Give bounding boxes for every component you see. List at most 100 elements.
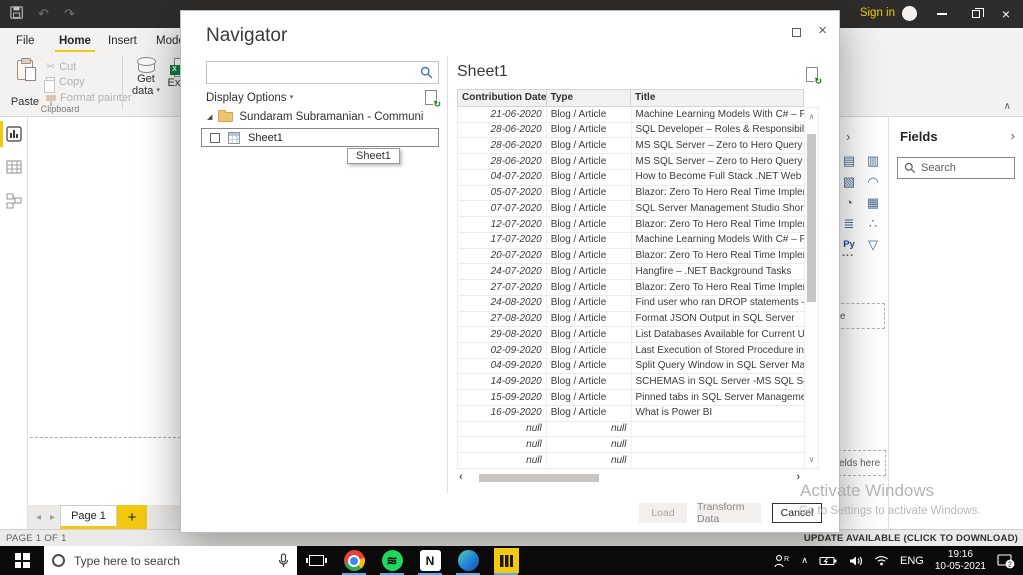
preview-cell: 24-08-2020 xyxy=(458,296,547,311)
microphone-icon[interactable] xyxy=(278,553,289,568)
preview-cell: How to Become Full Stack .NET Web Develo… xyxy=(632,170,805,185)
preview-cell: 24-07-2020 xyxy=(458,264,547,279)
restore-button[interactable] xyxy=(959,0,993,28)
taskbar-search-box[interactable] xyxy=(44,546,297,575)
stacked-bar-chart-icon[interactable]: ▤ xyxy=(841,153,857,169)
next-page-icon[interactable]: ▸ xyxy=(50,512,55,523)
start-button[interactable] xyxy=(0,546,44,575)
show-hidden-icons-chevron[interactable]: ∧ xyxy=(801,555,808,566)
collapse-fields-icon[interactable]: › xyxy=(1011,128,1015,143)
preview-cell: Blog / Article xyxy=(547,406,632,421)
cancel-button[interactable]: Cancel xyxy=(772,503,822,523)
data-view-button[interactable] xyxy=(6,159,22,180)
sign-in-link[interactable]: Sign in xyxy=(860,7,895,19)
copy-button[interactable]: Copy xyxy=(46,76,85,88)
scroll-down-icon[interactable]: ∨ xyxy=(805,455,818,464)
people-icon[interactable]: R xyxy=(774,554,790,568)
slicer-icon[interactable]: ≣ xyxy=(841,216,857,232)
redo-icon[interactable]: ↷ xyxy=(64,6,75,22)
update-available-link[interactable]: UPDATE AVAILABLE (CLICK TO DOWNLOAD) xyxy=(804,533,1018,544)
column-header-contribution-date[interactable]: Contribution Date xyxy=(458,90,547,106)
model-view-button[interactable] xyxy=(6,193,22,214)
clock[interactable]: 19:16 10-05-2021 xyxy=(935,549,986,573)
report-view-button[interactable] xyxy=(6,126,22,147)
battery-icon[interactable] xyxy=(819,555,838,567)
notification-center-icon[interactable]: 2 xyxy=(997,553,1015,569)
navigator-search-input[interactable] xyxy=(207,62,420,83)
horizontal-scrollbar[interactable]: ‹ › xyxy=(457,471,804,485)
matrix-visual-icon[interactable]: ▦ xyxy=(865,195,881,211)
new-page-button[interactable]: + xyxy=(117,505,147,529)
scroll-left-icon[interactable]: ‹ xyxy=(459,471,463,483)
preview-row: 28-06-2020Blog / ArticleSQL Developer – … xyxy=(458,123,804,139)
column-header-type[interactable]: Type xyxy=(547,90,632,106)
taskbar-app-notion[interactable]: N xyxy=(411,546,449,575)
scatter-chart-icon[interactable]: ∴ xyxy=(865,216,881,232)
page-tab[interactable]: Page 1 xyxy=(60,505,117,529)
transform-data-button[interactable]: Transform Data xyxy=(697,503,761,523)
format-painter-button[interactable]: Format painter xyxy=(46,92,132,104)
cut-button[interactable]: ✂ Cut xyxy=(46,60,76,73)
preview-cell: What is Power BI xyxy=(632,406,805,421)
scroll-right-icon[interactable]: › xyxy=(796,471,800,483)
refresh-sheet-icon[interactable] xyxy=(806,67,818,82)
taskbar-app-edge[interactable] xyxy=(449,546,487,575)
fields-search-box[interactable] xyxy=(897,157,1015,179)
collapse-ribbon-icon[interactable]: ∧ xyxy=(1004,101,1011,112)
tab-home[interactable]: Home xyxy=(55,32,95,53)
tab-file[interactable]: File xyxy=(12,32,39,50)
scroll-up-icon[interactable]: ∧ xyxy=(805,112,818,121)
preview-cell: 02-09-2020 xyxy=(458,343,547,358)
vertical-scrollbar[interactable]: ∧ ∨ xyxy=(804,107,819,469)
preview-row: 04-07-2020Blog / ArticleHow to Become Fu… xyxy=(458,170,804,186)
fields-search-input[interactable] xyxy=(921,162,1001,174)
minimize-button[interactable] xyxy=(925,0,959,28)
tab-insert[interactable]: Insert xyxy=(104,32,141,50)
horizontal-scroll-thumb[interactable] xyxy=(479,474,599,482)
language-indicator[interactable]: ENG xyxy=(900,555,924,567)
task-view-button[interactable] xyxy=(297,546,335,575)
volume-icon[interactable] xyxy=(849,555,863,567)
wifi-icon[interactable] xyxy=(874,555,889,566)
load-button[interactable]: Load xyxy=(639,503,687,523)
preview-title: Sheet1 xyxy=(457,63,508,81)
page-count-status: PAGE 1 OF 1 xyxy=(6,533,67,544)
donut-chart-icon[interactable]: ◔ xyxy=(841,195,857,211)
vertical-scroll-thumb[interactable] xyxy=(807,134,816,302)
chevron-down-icon: ▾ xyxy=(156,87,160,94)
combo-chart-icon[interactable]: ▧ xyxy=(841,174,857,190)
funnel-chart-icon[interactable]: ▽ xyxy=(865,237,881,253)
dialog-maximize-icon[interactable] xyxy=(792,28,801,37)
dialog-close-icon[interactable]: × xyxy=(818,22,827,40)
column-header-title[interactable]: Title xyxy=(631,90,803,106)
preview-cell: 28-06-2020 xyxy=(458,123,547,138)
preview-row: 16-09-2020Blog / ArticleWhat is Power BI xyxy=(458,406,804,422)
taskbar-app-chrome[interactable] xyxy=(335,546,373,575)
clipboard-group-label: Clipboard xyxy=(14,104,106,114)
save-icon[interactable] xyxy=(10,6,24,24)
navigator-search-box[interactable] xyxy=(206,61,439,84)
tree-folder-row[interactable]: ◢ Sundaram Subramanian - Community Contr… xyxy=(207,111,424,123)
paste-button[interactable]: Paste xyxy=(8,58,42,110)
previous-page-icon[interactable]: ◂ xyxy=(36,512,41,523)
refresh-preview-icon[interactable] xyxy=(425,90,437,105)
taskbar-search-input[interactable] xyxy=(74,554,269,568)
tree-sheet-row[interactable]: Sheet1 xyxy=(201,128,439,147)
database-icon xyxy=(138,58,155,73)
display-options-dropdown[interactable]: Display Options ▾ xyxy=(206,92,293,104)
tree-expander-icon[interactable]: ◢ xyxy=(207,113,212,121)
undo-icon[interactable]: ↶ xyxy=(38,6,49,22)
clustered-column-chart-icon[interactable]: ▥ xyxy=(865,153,881,169)
expand-visualizations-icon[interactable]: › xyxy=(846,129,850,144)
preview-row: 29-08-2020Blog / ArticleList Databases A… xyxy=(458,327,804,343)
taskbar-app-spotify[interactable]: ≋ xyxy=(373,546,411,575)
avatar[interactable] xyxy=(902,6,917,21)
close-button[interactable]: × xyxy=(989,0,1023,28)
sheet-checkbox[interactable] xyxy=(210,133,220,143)
preview-cell: SCHEMAS in SQL Server -MS SQL Server – Z… xyxy=(632,374,805,389)
get-data-button[interactable]: Getdata ▾ xyxy=(128,56,164,97)
more-visuals-button[interactable]: ... xyxy=(842,247,854,259)
preview-cell: List Databases Available for Current Use… xyxy=(632,327,805,342)
taskbar-app-power-bi[interactable] xyxy=(487,546,525,575)
area-chart-icon[interactable]: ◠ xyxy=(865,174,881,190)
